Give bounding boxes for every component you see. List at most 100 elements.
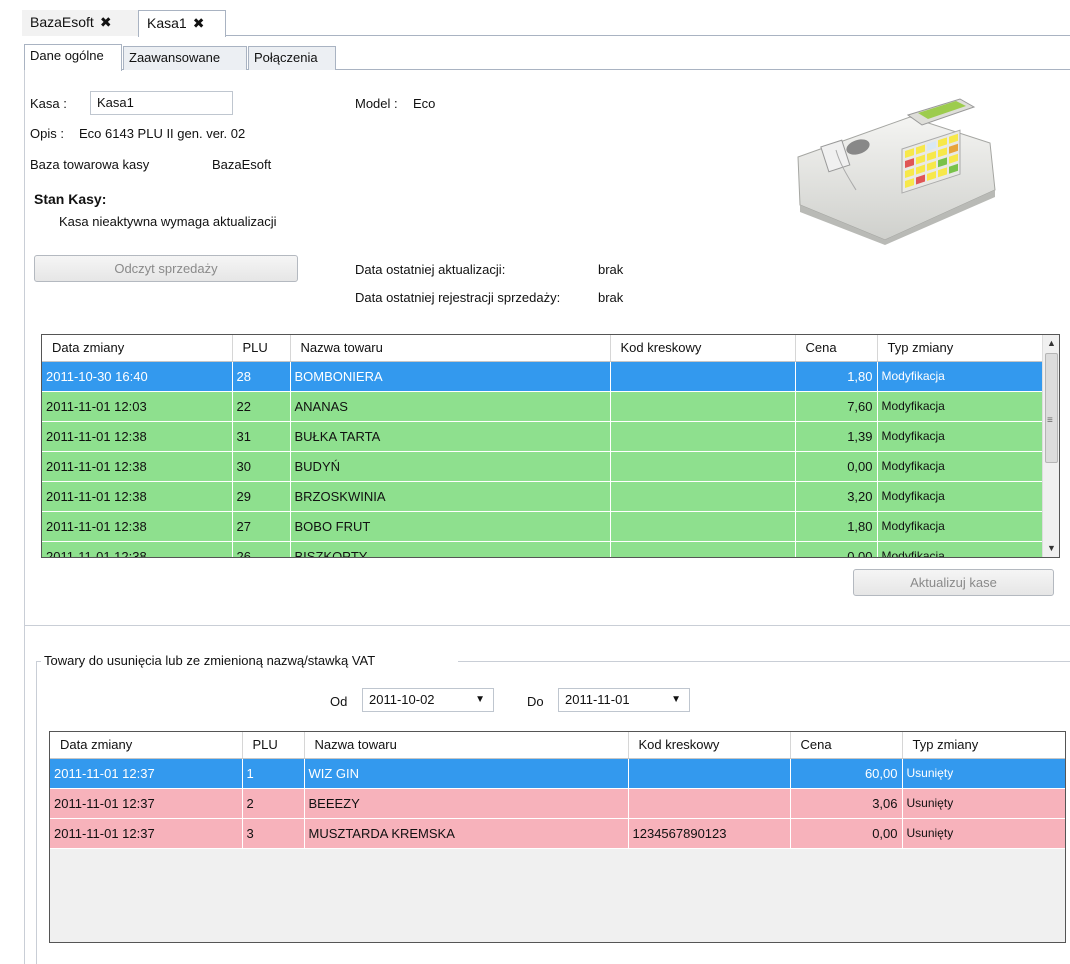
cell-type: Modyfikacja (877, 541, 1044, 557)
from-date-picker[interactable]: 2011-10-02 ▼ (362, 688, 494, 712)
model-label: Model : (355, 96, 398, 111)
deletions-group-title: Towary do usunięcia lub ze zmienioną naz… (44, 653, 376, 668)
document-tab-strip: BazaEsoft ✖ Kasa1 ✖ (22, 10, 1070, 37)
cell-plu: 30 (232, 451, 291, 482)
column-header-cena[interactable]: Cena (795, 335, 878, 362)
cell-code (610, 361, 796, 392)
table-row[interactable]: 2011-11-01 12:38 31 BUŁKA TARTA 1,39 Mod… (42, 421, 1044, 452)
cell-name: BEEEZY (304, 788, 629, 819)
cell-code (610, 541, 796, 557)
groupbox-border (36, 661, 37, 964)
vertical-scrollbar[interactable]: ▲ ≡ ▼ (1042, 335, 1059, 557)
cell-type: Modyfikacja (877, 481, 1044, 512)
cell-name: BRZOSKWINIA (290, 481, 611, 512)
cell-date: 2011-11-01 12:38 (42, 421, 233, 452)
chevron-down-icon[interactable]: ▼ (475, 694, 485, 705)
scrollbar-grip-icon: ≡ (1047, 415, 1053, 426)
cell-type: Modyfikacja (877, 511, 1044, 542)
last-update-value: brak (598, 262, 624, 277)
doc-tab-label: Kasa1 (147, 15, 187, 31)
cell-price: 60,00 (790, 758, 903, 789)
cell-plu: 2 (242, 788, 305, 819)
column-header-nazwa-towaru[interactable]: Nazwa towaru (304, 732, 629, 759)
baza-value: BazaEsoft (212, 157, 272, 172)
cell-code (610, 511, 796, 542)
column-header-plu[interactable]: PLU (242, 732, 305, 759)
column-header-typ-zmiany[interactable]: Typ zmiany (902, 732, 1065, 759)
doc-tab-kasa1[interactable]: Kasa1 ✖ (138, 10, 226, 37)
column-header-kod-kreskowy[interactable]: Kod kreskowy (610, 335, 796, 362)
to-date-label: Do (527, 694, 544, 709)
cell-date: 2011-11-01 12:38 (42, 541, 233, 557)
close-icon[interactable]: ✖ (193, 15, 205, 31)
cell-price: 3,20 (795, 481, 878, 512)
scrollbar-thumb[interactable] (1045, 353, 1058, 463)
cell-code (628, 758, 791, 789)
stan-kasy-value: Kasa nieaktywna wymaga aktualizacji (59, 214, 277, 229)
cell-date: 2011-11-01 12:37 (50, 818, 243, 849)
column-header-data-zmiany[interactable]: Data zmiany (42, 335, 233, 362)
cell-name: BISZKOPTY (290, 541, 611, 557)
cell-code (610, 481, 796, 512)
from-date-label: Od (330, 694, 348, 709)
cell-price: 1,39 (795, 421, 878, 452)
column-header-kod-kreskowy[interactable]: Kod kreskowy (628, 732, 791, 759)
column-header-data-zmiany[interactable]: Data zmiany (50, 732, 243, 759)
cell-type: Usunięty (902, 758, 1065, 789)
scroll-up-icon[interactable]: ▲ (1043, 335, 1059, 352)
column-header-cena[interactable]: Cena (790, 732, 903, 759)
column-header-plu[interactable]: PLU (232, 335, 291, 362)
column-header-nazwa-towaru[interactable]: Nazwa towaru (290, 335, 611, 362)
page-tab-strip: Dane ogólne Zaawansowane Połączenia (24, 44, 1070, 71)
cell-type: Modyfikacja (877, 451, 1044, 482)
to-date-picker[interactable]: 2011-11-01 ▼ (558, 688, 690, 712)
cell-price: 1,80 (795, 511, 878, 542)
table-row[interactable]: 2011-11-01 12:37 1 WIZ GIN 60,00 Usunięt… (50, 758, 1065, 789)
cell-price: 3,06 (790, 788, 903, 819)
cell-code: 1234567890123 (628, 818, 791, 849)
last-sale-value: brak (598, 290, 624, 305)
column-header-typ-zmiany[interactable]: Typ zmiany (877, 335, 1044, 362)
cell-price: 1,80 (795, 361, 878, 392)
opis-label: Opis : (30, 126, 64, 141)
table-row[interactable]: 2011-11-01 12:37 2 BEEEZY 3,06 Usunięty (50, 788, 1065, 819)
table-row[interactable]: 2011-11-01 12:37 3 MUSZTARDA KREMSKA 123… (50, 818, 1065, 849)
cell-date: 2011-11-01 12:37 (50, 758, 243, 789)
cell-date: 2011-11-01 12:37 (50, 788, 243, 819)
cell-date: 2011-11-01 12:03 (42, 391, 233, 422)
table-row[interactable]: 2011-11-01 12:38 26 BISZKOPTY 0,00 Modyf… (42, 541, 1044, 557)
changes-grid[interactable]: Data zmiany PLU Nazwa towaru Kod kreskow… (41, 334, 1060, 558)
tab-dane-ogolne[interactable]: Dane ogólne (24, 44, 122, 71)
tab-zaawansowane[interactable]: Zaawansowane (123, 46, 247, 70)
cell-type: Modyfikacja (877, 361, 1044, 392)
table-row[interactable]: 2011-11-01 12:38 27 BOBO FRUT 1,80 Modyf… (42, 511, 1044, 542)
table-row[interactable]: 2011-11-01 12:38 29 BRZOSKWINIA 3,20 Mod… (42, 481, 1044, 512)
odczyt-sprzedazy-button[interactable]: Odczyt sprzedaży (34, 255, 298, 282)
cell-plu: 31 (232, 421, 291, 452)
table-row[interactable]: 2011-11-01 12:03 22 ANANAS 7,60 Modyfika… (42, 391, 1044, 422)
cell-price: 0,00 (795, 451, 878, 482)
cell-code (628, 788, 791, 819)
cell-plu: 28 (232, 361, 291, 392)
doc-tab-bazaesoft[interactable]: BazaEsoft ✖ (22, 10, 138, 36)
opis-value: Eco 6143 PLU II gen. ver. 02 (79, 126, 246, 141)
chevron-down-icon[interactable]: ▼ (671, 694, 681, 705)
aktualizuj-kase-button[interactable]: Aktualizuj kase (853, 569, 1054, 596)
kasa-name-field[interactable]: Kasa1 (90, 91, 233, 115)
scroll-down-icon[interactable]: ▼ (1043, 540, 1059, 557)
cell-name: BOMBONIERA (290, 361, 611, 392)
grid-header-row: Data zmiany PLU Nazwa towaru Kod kreskow… (42, 335, 1044, 362)
cell-plu: 22 (232, 391, 291, 422)
cell-name: BOBO FRUT (290, 511, 611, 542)
grid-header-row: Data zmiany PLU Nazwa towaru Kod kreskow… (50, 732, 1065, 759)
stan-kasy-label: Stan Kasy: (34, 191, 107, 207)
table-row[interactable]: 2011-11-01 12:38 30 BUDYŃ 0,00 Modyfikac… (42, 451, 1044, 482)
cell-plu: 29 (232, 481, 291, 512)
deletions-grid[interactable]: Data zmiany PLU Nazwa towaru Kod kreskow… (49, 731, 1066, 943)
doc-tab-label: BazaEsoft (30, 14, 94, 30)
table-row[interactable]: 2011-10-30 16:40 28 BOMBONIERA 1,80 Mody… (42, 361, 1044, 392)
cash-register-image (797, 98, 996, 245)
cell-code (610, 421, 796, 452)
tab-polaczenia[interactable]: Połączenia (248, 46, 336, 70)
close-icon[interactable]: ✖ (100, 14, 112, 30)
